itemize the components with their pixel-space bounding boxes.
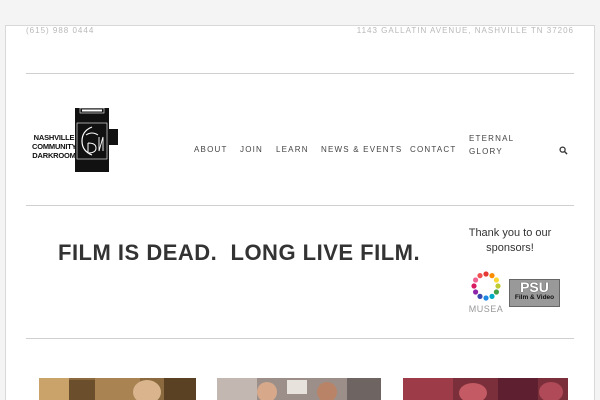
nav-divider xyxy=(26,205,574,206)
street-address: 1143 GALLATIN AVENUE, NASHVILLE TN 37206 xyxy=(356,26,574,35)
top-info-bar: (615) 988 0444 1143 GALLATIN AVENUE, NAS… xyxy=(26,26,574,46)
psu-sublabel: Film & Video xyxy=(514,294,555,301)
photo-image xyxy=(403,378,568,400)
nav-join[interactable]: JOIN xyxy=(240,145,263,154)
gallery-thumbnail[interactable] xyxy=(403,378,568,400)
musea-ring-icon xyxy=(471,271,501,301)
search-icon[interactable] xyxy=(559,146,568,155)
nav-contact[interactable]: CONTACT xyxy=(410,145,456,154)
psu-sponsor-logo[interactable]: PSU Film & Video xyxy=(509,279,560,307)
sponsors-heading: Thank you to our sponsors! xyxy=(468,227,552,254)
nav-eternal-glory[interactable]: ETERNAL GLORY xyxy=(469,132,514,158)
nav-about[interactable]: ABOUT xyxy=(194,145,228,154)
nav-news-events[interactable]: NEWS & EVENTS xyxy=(321,145,402,154)
site-logo[interactable]: NASHVILLE COMMUNITY DARKROOM xyxy=(32,105,122,175)
nav-learn[interactable]: LEARN xyxy=(276,145,309,154)
camera-logo-icon xyxy=(75,107,118,172)
header-divider xyxy=(26,73,574,74)
musea-label: MUSEA xyxy=(468,304,504,314)
hero-headline: FILM IS DEAD. LONG LIVE FILM. xyxy=(58,240,421,265)
gallery-thumbnail[interactable] xyxy=(217,378,381,400)
phone-number[interactable]: (615) 988 0444 xyxy=(26,26,94,35)
photo-image xyxy=(217,378,381,400)
content-divider xyxy=(26,338,574,339)
psu-label: PSU xyxy=(520,279,549,295)
photo-image xyxy=(39,378,196,400)
musea-sponsor-logo[interactable]: MUSEA xyxy=(466,270,506,318)
page-frame xyxy=(5,25,595,400)
gallery-strip xyxy=(0,378,600,400)
gallery-thumbnail[interactable] xyxy=(39,378,196,400)
logo-text: NASHVILLE COMMUNITY DARKROOM xyxy=(32,133,77,160)
